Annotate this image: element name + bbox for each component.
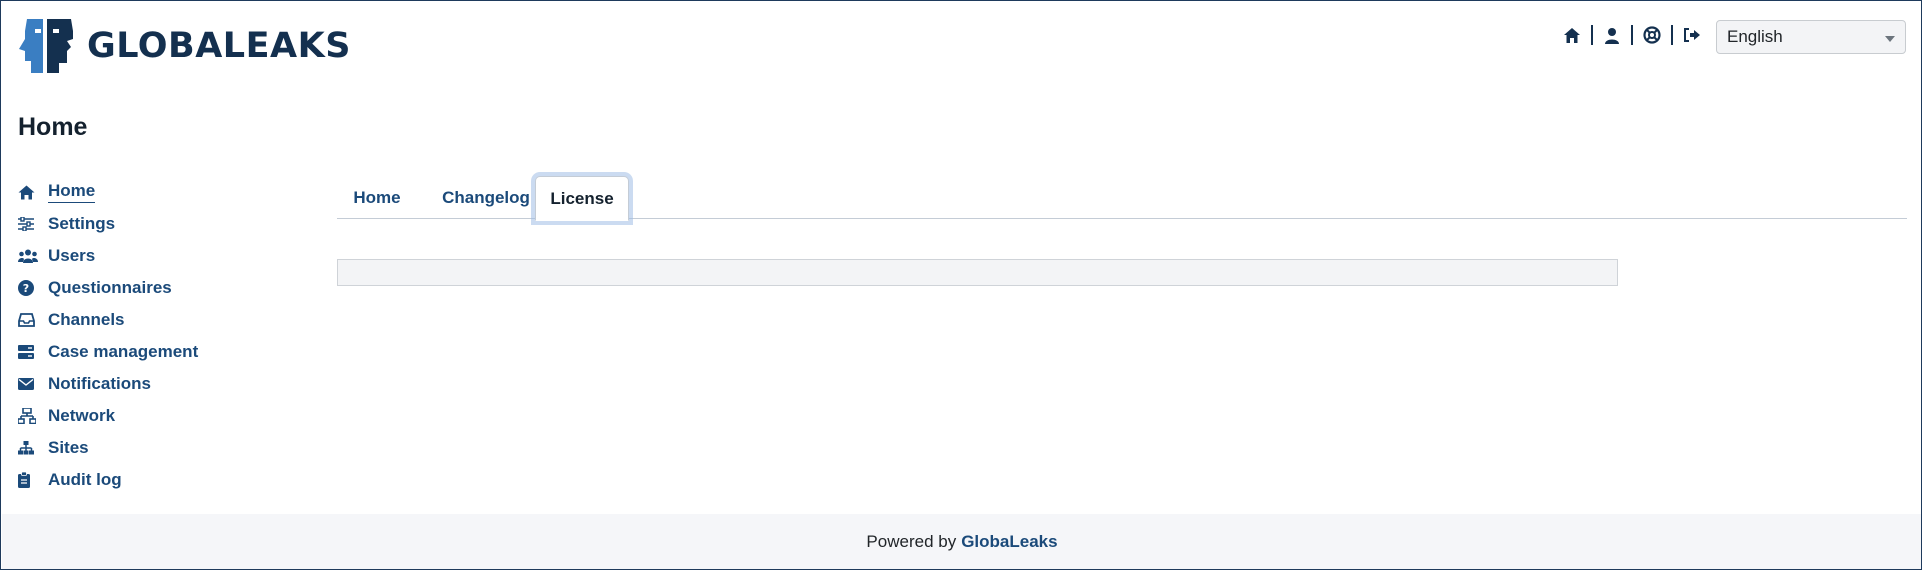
sidebar: Home Settings Users ? Questionnaires Cha…: [18, 176, 258, 496]
chevron-down-icon: [1885, 36, 1895, 42]
tab-changelog[interactable]: Changelog: [425, 176, 547, 219]
logout-icon[interactable]: [1681, 24, 1703, 46]
sidebar-item-label: Questionnaires: [48, 278, 172, 297]
language-select[interactable]: English: [1716, 20, 1906, 54]
sidebar-item-label: Channels: [48, 310, 125, 329]
footer-globaleaks-link[interactable]: GlobaLeaks: [961, 532, 1057, 552]
envelope-icon: [18, 374, 38, 394]
sidebar-item-label: Settings: [48, 214, 116, 233]
language-selected-value: English: [1727, 27, 1783, 46]
app-frame: GLOBALEAKS English Home Home Settings Us…: [0, 0, 1922, 570]
sidebar-item-label: Notifications: [48, 374, 151, 393]
sidebar-item-label: Case management: [48, 342, 199, 361]
server-icon: [18, 342, 38, 362]
sidebar-item-label: Users: [48, 246, 96, 265]
users-icon: [18, 246, 38, 266]
home-icon: [18, 182, 38, 202]
divider: [1671, 25, 1673, 45]
sidebar-item-settings[interactable]: Settings: [18, 208, 258, 240]
globaleaks-faces-logo: [19, 19, 73, 73]
network-icon: [18, 406, 38, 426]
sidebar-item-home[interactable]: Home: [18, 176, 258, 208]
brand-name: GLOBALEAKS: [87, 26, 351, 66]
user-icon[interactable]: [1601, 24, 1623, 46]
sidebar-item-audit-log[interactable]: Audit log: [18, 464, 258, 496]
sidebar-item-label: Network: [48, 406, 116, 425]
sidebar-item-questionnaires[interactable]: ? Questionnaires: [18, 272, 258, 304]
divider: [1631, 25, 1633, 45]
footer-text: Powered by: [866, 532, 957, 551]
help-lifebuoy-icon[interactable]: [1641, 24, 1663, 46]
sitemap-icon: [18, 438, 38, 458]
license-content-panel: [337, 259, 1618, 286]
clipboard-icon: [18, 470, 38, 490]
sidebar-item-label: Sites: [48, 438, 89, 457]
sliders-icon: [18, 214, 38, 234]
top-navigation: [1561, 24, 1703, 46]
tab-license[interactable]: License: [535, 176, 629, 221]
inbox-icon: [18, 310, 38, 330]
brand-logo[interactable]: GLOBALEAKS: [17, 17, 351, 75]
sidebar-item-label: Audit log: [48, 470, 122, 489]
svg-text:?: ?: [23, 282, 29, 295]
footer: Powered by GlobaLeaks: [2, 514, 1921, 569]
divider: [1591, 25, 1593, 45]
sidebar-item-notifications[interactable]: Notifications: [18, 368, 258, 400]
sidebar-item-label: Home: [48, 181, 96, 203]
sidebar-item-network[interactable]: Network: [18, 400, 258, 432]
sidebar-item-channels[interactable]: Channels: [18, 304, 258, 336]
sidebar-item-sites[interactable]: Sites: [18, 432, 258, 464]
tab-home[interactable]: Home: [337, 176, 417, 219]
home-icon[interactable]: [1561, 24, 1583, 46]
page-title: Home: [18, 113, 88, 141]
sidebar-item-case-management[interactable]: Case management: [18, 336, 258, 368]
question-circle-icon: ?: [18, 278, 38, 298]
sidebar-item-users[interactable]: Users: [18, 240, 258, 272]
tab-bar: Home Changelog License: [337, 176, 1907, 221]
